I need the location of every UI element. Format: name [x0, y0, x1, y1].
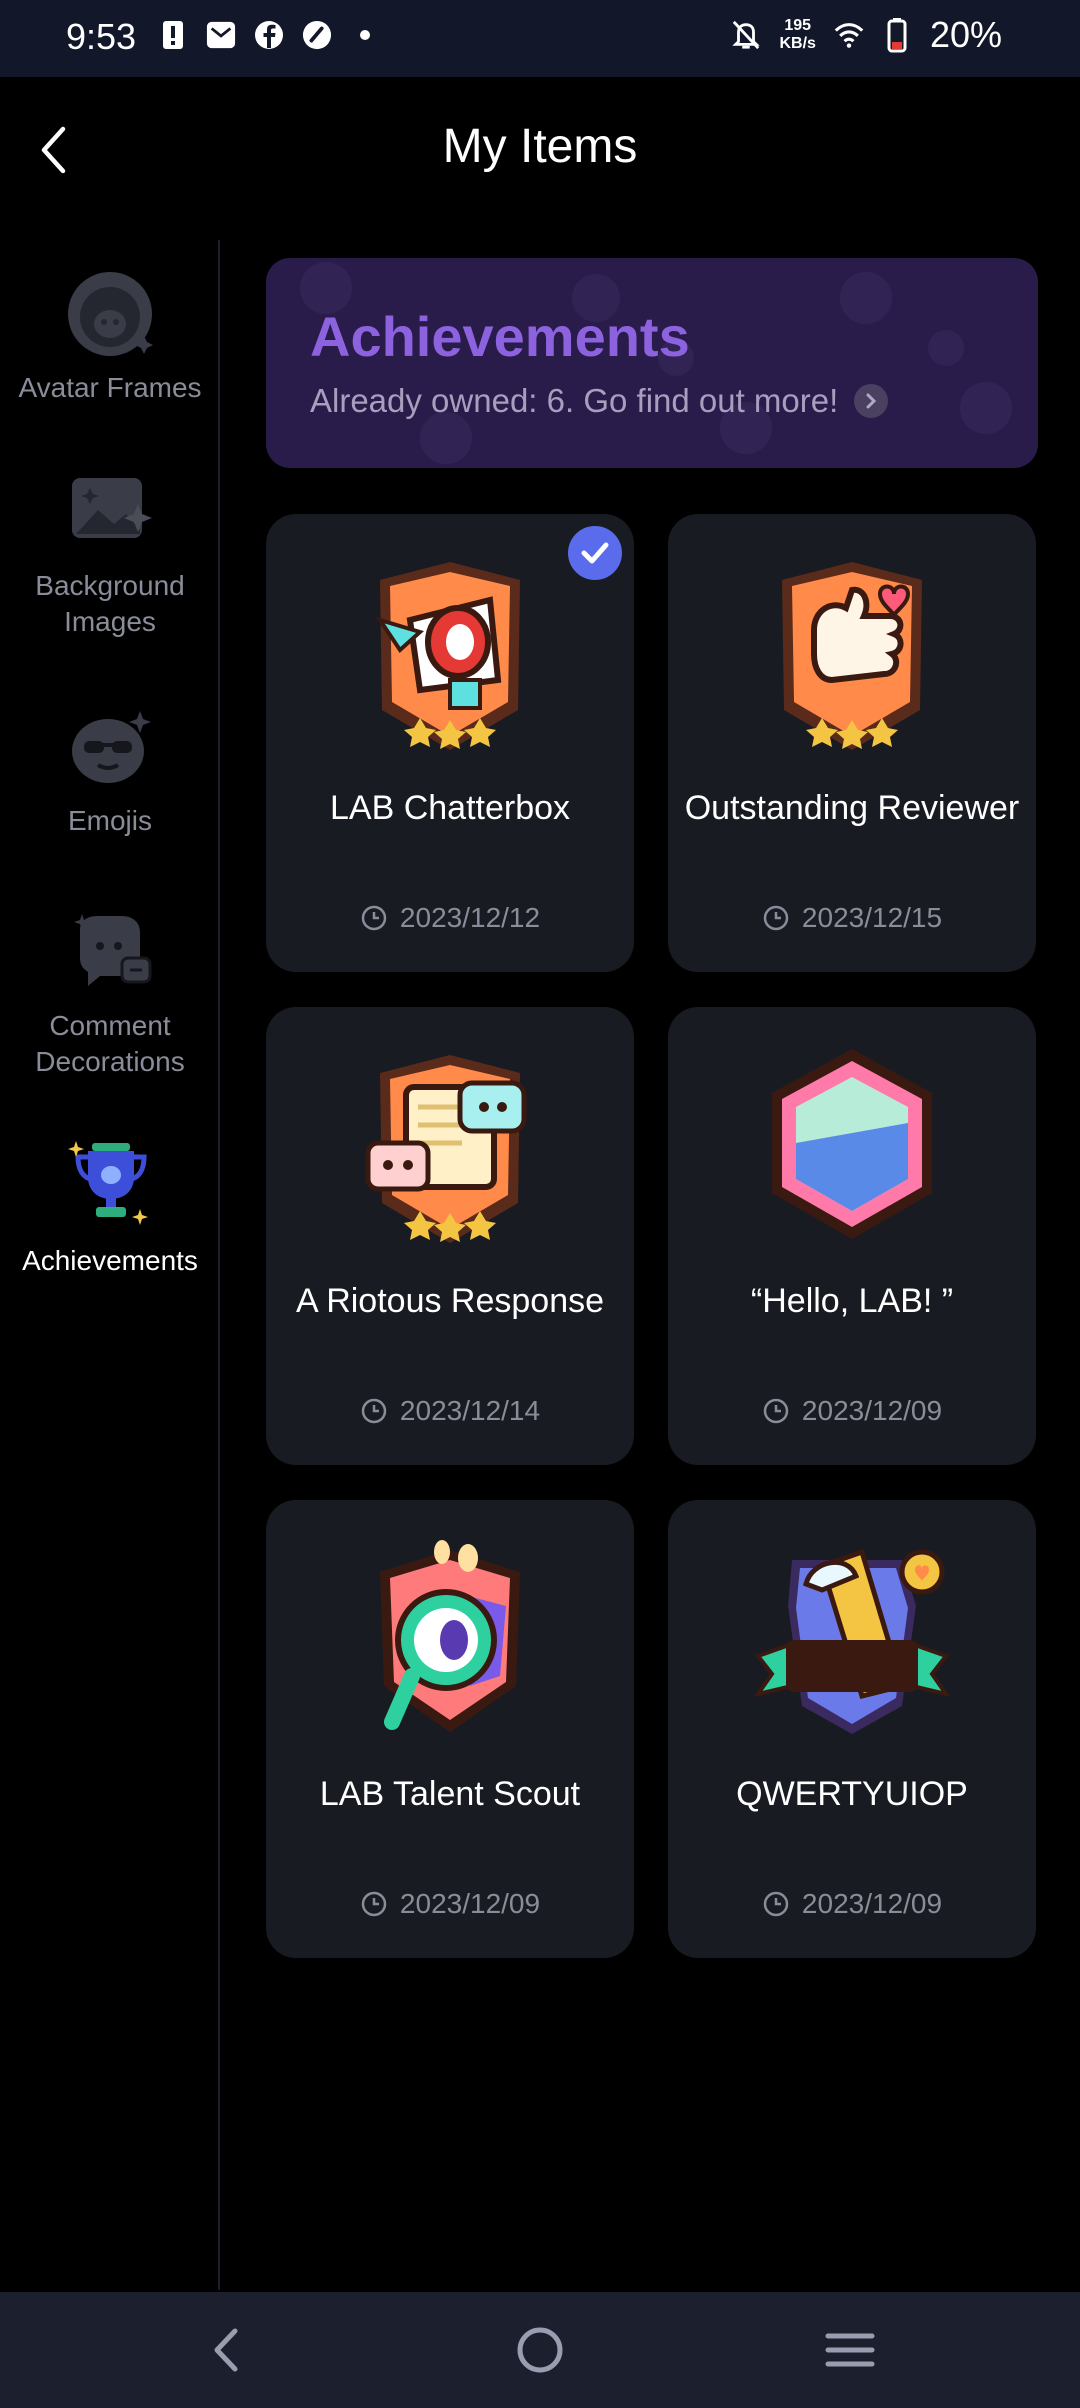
- achievement-name: A Riotous Response: [295, 1282, 605, 1320]
- sidebar-item-label: Emojis: [67, 805, 152, 836]
- scroll-chat-badge-icon: [350, 1043, 550, 1253]
- achievement-date: 2023/12/09: [668, 1395, 1036, 1427]
- achievement-card[interactable]: QWERTYUIOP 2023/12/09: [668, 1500, 1036, 1958]
- nav-home-icon: [517, 2327, 563, 2373]
- battery-icon: [882, 18, 912, 53]
- trophy-icon: [60, 1135, 160, 1235]
- clock-icon: [763, 1398, 789, 1424]
- clock-icon: [361, 1891, 387, 1917]
- nav-back-button[interactable]: [196, 2320, 256, 2380]
- achievement-name: “Hello, LAB! ”: [750, 1282, 954, 1320]
- achievement-card[interactable]: LAB Talent Scout 2023/12/09: [266, 1500, 634, 1958]
- more-dot-icon: [350, 20, 380, 50]
- magnifier-badge-icon: [350, 1536, 550, 1746]
- header: My Items: [0, 77, 1080, 222]
- achievement-date: 2023/12/12: [266, 902, 634, 934]
- emoji-icon: [60, 695, 160, 795]
- achievement-name: LAB Chatterbox: [329, 789, 571, 827]
- system-nav-bar: [0, 2292, 1080, 2408]
- first-place-badge-icon: [752, 1536, 952, 1746]
- mute-bell-icon: [731, 20, 761, 50]
- status-bar: 9:53 195 KB/s 20%: [0, 0, 1080, 77]
- category-sidebar: Avatar Frames Background Images Emojis C…: [0, 240, 220, 2290]
- sidebar-item-label: Avatar Frames: [18, 372, 202, 403]
- achievements-banner[interactable]: Achievements Already owned: 6. Go find o…: [266, 258, 1038, 468]
- sidebar-item-comment-decorations[interactable]: Comment Decorations: [0, 900, 220, 1080]
- banner-subtitle-text: Already owned: 6. Go find out more!: [310, 382, 839, 419]
- thumbs-up-badge-icon: [752, 550, 952, 760]
- achievement-date: 2023/12/15: [668, 902, 1036, 934]
- background-image-icon: [60, 460, 160, 560]
- alert-notification-icon: [158, 20, 188, 50]
- avatar-frame-icon: [60, 262, 160, 362]
- achievement-date: 2023/12/09: [266, 1888, 634, 1920]
- comment-decoration-icon: [60, 900, 160, 1000]
- facebook-icon: [254, 20, 284, 50]
- nav-back-icon: [214, 2328, 238, 2372]
- megaphone-badge-icon: [350, 550, 550, 760]
- nav-recents-button[interactable]: [820, 2320, 880, 2380]
- achievement-name: QWERTYUIOP: [736, 1775, 968, 1813]
- achievement-card[interactable]: A Riotous Response 2023/12/14: [266, 1007, 634, 1465]
- system-status-icons: 195 KB/s 20%: [731, 14, 1002, 56]
- nav-menu-icon: [825, 2333, 875, 2367]
- clock-icon: [763, 1891, 789, 1917]
- sidebar-item-emojis[interactable]: Emojis: [0, 695, 220, 839]
- chevron-right-icon: [854, 384, 889, 418]
- sidebar-item-label: Achievements: [22, 1245, 198, 1276]
- sidebar-item-background-images[interactable]: Background Images: [0, 460, 220, 640]
- mail-notification-icon: [206, 20, 236, 50]
- notification-icons: [158, 20, 380, 50]
- achievement-card[interactable]: LAB Chatterbox 2023/12/12: [266, 514, 634, 972]
- achievement-card[interactable]: “Hello, LAB! ” 2023/12/09: [668, 1007, 1036, 1465]
- banner-subtitle: Already owned: 6. Go find out more!: [310, 382, 889, 420]
- clock-icon: [361, 1398, 387, 1424]
- achievement-card[interactable]: Outstanding Reviewer 2023/12/15: [668, 514, 1036, 972]
- selected-check-icon: [568, 526, 622, 580]
- achievement-date: 2023/12/09: [668, 1888, 1036, 1920]
- network-speed: 195 KB/s: [779, 17, 816, 52]
- sidebar-item-label: Background Images: [35, 570, 185, 637]
- hello-lab-badge-icon: [752, 1043, 952, 1253]
- page-title: My Items: [442, 120, 638, 173]
- speedometer-icon: [302, 20, 332, 50]
- banner-title: Achievements: [310, 305, 690, 368]
- battery-percent: 20%: [929, 14, 1002, 55]
- achievement-name: LAB Talent Scout: [319, 1775, 581, 1813]
- achievement-date: 2023/12/14: [266, 1395, 634, 1427]
- sidebar-item-achievements[interactable]: Achievements: [0, 1135, 220, 1279]
- achievement-name: Outstanding Reviewer: [684, 789, 1020, 827]
- clock-icon: [763, 905, 789, 931]
- clock-icon: [361, 905, 387, 931]
- status-time: 9:53: [66, 16, 137, 57]
- sidebar-item-avatar-frames[interactable]: Avatar Frames: [0, 262, 220, 406]
- wifi-icon: [834, 20, 864, 50]
- nav-home-button[interactable]: [510, 2320, 570, 2380]
- sidebar-item-label: Comment Decorations: [35, 1010, 185, 1077]
